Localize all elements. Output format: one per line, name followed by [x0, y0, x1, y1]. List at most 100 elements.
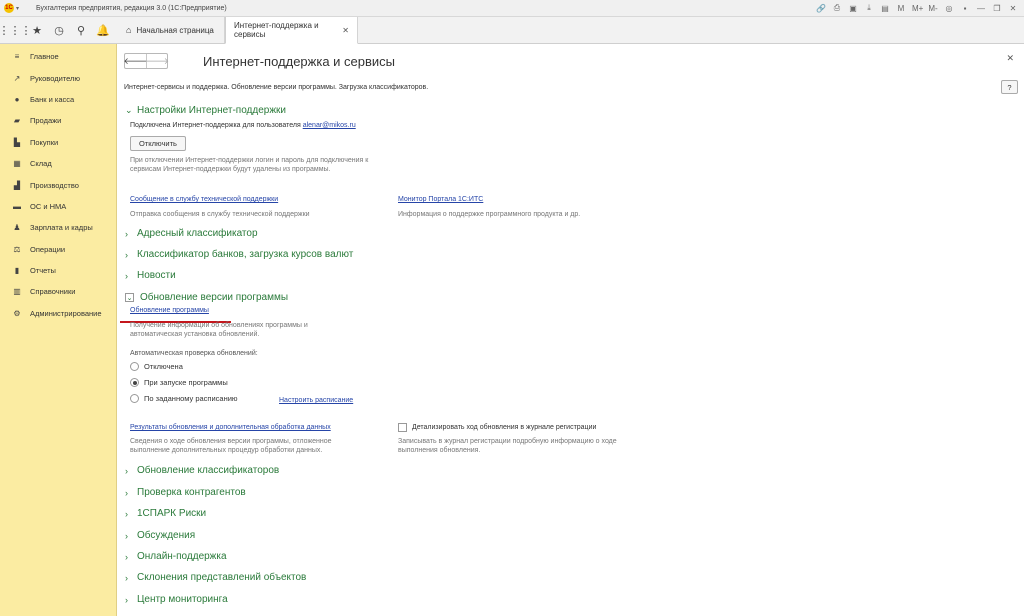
tab-home-label: Начальная страница [136, 25, 214, 35]
sidebar-item-label: Склад [30, 159, 52, 169]
forward-arrow-icon[interactable]: 🡒 [145, 54, 169, 68]
sidebar-item-reports[interactable]: ▮ Отчеты [0, 260, 116, 281]
dropdown-icon: ▾ [16, 5, 20, 12]
section-title: Классификатор банков, загрузка курсов ва… [137, 249, 354, 260]
menu-icon: ≡ [14, 52, 20, 62]
section-news[interactable]: › Новости [125, 270, 176, 281]
restore-icon[interactable]: ❐ [992, 4, 1002, 13]
chevron-down-icon: ⌄ [125, 105, 133, 115]
section-monitoring-center[interactable]: › Центр мониторинга [125, 594, 228, 605]
sidebar-item-manager[interactable]: ↗ Руководителю [0, 67, 116, 88]
book-icon: ▥ [13, 287, 21, 297]
tab-internet-support[interactable]: Интернет-поддержка и сервисы ✕ [225, 17, 358, 44]
section-title: Обновление версии программы [140, 292, 289, 303]
trend-icon: ↗ [13, 73, 21, 83]
message-support-link[interactable]: Сообщение в службу технической поддержки [130, 196, 278, 203]
sidebar-item-bank[interactable]: ● Банк и касса [0, 89, 116, 110]
vertical-scrollbar[interactable] [1016, 78, 1024, 616]
m-minus-icon[interactable]: M- [928, 4, 938, 13]
nav-buttons: 🡐 🡒 [123, 53, 169, 69]
detail-log-checkbox[interactable]: Детализировать ход обновления в журнале … [398, 423, 596, 432]
car-icon: ▬ [13, 201, 21, 211]
checkbox-box [398, 423, 407, 432]
m-plus-icon[interactable]: M+ [912, 4, 923, 13]
minimize-icon[interactable]: — [976, 4, 986, 13]
radio-schedule[interactable]: По заданному расписанию [130, 394, 238, 403]
radio-circle-selected [130, 378, 139, 387]
1c-logo-icon: 1С [4, 3, 14, 13]
disconnect-button[interactable]: Отключить [130, 136, 186, 151]
main-content: 🡐 🡒 Интернет-поддержка и сервисы ✕ ? Инт… [117, 44, 1024, 616]
tab-home[interactable]: ⌂ Начальная страница [118, 17, 225, 43]
radio-label: При запуске программы [144, 378, 228, 387]
sidebar-item-sales[interactable]: ▰ Продажи [0, 110, 116, 131]
favorites-star-icon[interactable]: ★ [26, 19, 48, 41]
search-icon[interactable]: ⚲ [70, 19, 92, 41]
program-update-link[interactable]: Обновление программы [130, 307, 209, 314]
download-icon[interactable]: ⤓ [864, 3, 874, 13]
update-results-desc: Сведения о ходе обновления версии програ… [130, 438, 332, 454]
section-support-settings[interactable]: ⌄ Настройки Интернет-поддержки [125, 105, 286, 116]
sidebar-item-directories[interactable]: ▥ Справочники [0, 281, 116, 302]
cart-icon: ▙ [13, 137, 21, 147]
bell-icon[interactable]: 🔔 [92, 19, 114, 41]
close-form-icon[interactable]: ✕ [1006, 53, 1014, 64]
sidebar-item-label: Операции [30, 244, 66, 254]
sidebar-item-main[interactable]: ≡ Главное [0, 46, 116, 67]
its-monitor-link[interactable]: Монитор Портала 1С:ИТС [398, 196, 483, 203]
sidebar-item-production[interactable]: ▟ Производство [0, 174, 116, 195]
section-classifier-update[interactable]: › Обновление классификаторов [125, 465, 279, 476]
apps-grid-icon[interactable]: ⋮⋮⋮ [0, 19, 32, 41]
print-icon[interactable]: ⎙ [832, 3, 842, 13]
save-icon[interactable]: ▣ [848, 4, 858, 13]
sidebar-item-operations[interactable]: ⚖ Операции [0, 239, 116, 260]
search-icon[interactable]: ◎ [944, 4, 954, 13]
section-program-update[interactable]: ⌄ Обновление версии программы [125, 292, 288, 303]
notification-icon[interactable]: ▪ [960, 4, 970, 13]
sidebar-item-warehouse[interactable]: ▦ Склад [0, 153, 116, 174]
section-online-support[interactable]: › Онлайн-поддержка [125, 551, 227, 562]
history-icon[interactable]: ◷ [48, 19, 70, 41]
sidebar-item-label: Банк и касса [30, 94, 75, 104]
program-update-desc: Получение информации об обновлениях прог… [130, 322, 308, 338]
section-spark-risks[interactable]: › 1СПАРК Риски [125, 508, 206, 519]
user-email-link[interactable]: alenar@mikos.ru [303, 122, 356, 129]
radio-disabled[interactable]: Отключена [130, 362, 183, 371]
chart-icon: ▮ [14, 266, 20, 276]
sidebar-item-admin[interactable]: ⚙ Администрирование [0, 303, 116, 324]
section-discussions[interactable]: › Обсуждения [125, 530, 195, 541]
link-icon[interactable]: 🔗 [816, 4, 826, 13]
tab-active-label: Интернет-поддержка и сервисы [234, 21, 319, 39]
sidebar-item-label: Отчеты [30, 266, 56, 276]
calculator-icon[interactable]: ▤ [880, 4, 890, 13]
section-declensions[interactable]: › Склонения представлений объектов [125, 572, 306, 583]
home-icon: ⌂ [126, 25, 132, 35]
radio-on-startup[interactable]: При запуске программы [130, 378, 228, 387]
chevron-right-icon: › [125, 530, 128, 541]
update-results-link[interactable]: Результаты обновления и дополнительная о… [130, 424, 331, 431]
sidebar-item-label: Руководителю [30, 73, 81, 83]
radio-label: Отключена [144, 362, 183, 371]
chevron-right-icon: › [125, 594, 128, 605]
section-title: Центр мониторинга [137, 594, 228, 605]
back-arrow-icon[interactable]: 🡐 [123, 54, 147, 68]
section-title: 1СПАРК Риски [137, 508, 207, 519]
chevron-right-icon: › [125, 551, 128, 562]
close-window-icon[interactable]: ✕ [1008, 4, 1018, 13]
section-bank-classifier[interactable]: › Классификатор банков, загрузка курсов … [125, 249, 353, 260]
section-address-classifier[interactable]: › Адресный классификатор [125, 228, 258, 239]
configure-schedule-link[interactable]: Настроить расписание [279, 397, 353, 404]
auto-check-label: Автоматическая проверка обновлений: [130, 350, 258, 357]
section-counterparty-check[interactable]: › Проверка контрагентов [125, 487, 246, 498]
sidebar-item-label: Зарплата и кадры [30, 223, 93, 233]
support-connected-text: Подключена Интернет-поддержка для пользо… [130, 122, 356, 129]
sidebar-item-salary[interactable]: ♟ Зарплата и кадры [0, 217, 116, 238]
disconnect-note: При отключении Интернет-поддержки логин … [130, 157, 369, 173]
close-tab-icon[interactable]: ✕ [342, 26, 349, 35]
sidebar-item-assets[interactable]: ▬ ОС и НМА [0, 196, 116, 217]
sidebar-item-purchases[interactable]: ▙ Покупки [0, 132, 116, 153]
page-description: Интернет-сервисы и поддержка. Обновление… [124, 84, 429, 91]
app-logo[interactable]: 1С ▾ [0, 0, 30, 17]
m-icon[interactable]: M [896, 4, 906, 13]
its-monitor-desc: Информация о поддержке программного прод… [398, 211, 581, 218]
